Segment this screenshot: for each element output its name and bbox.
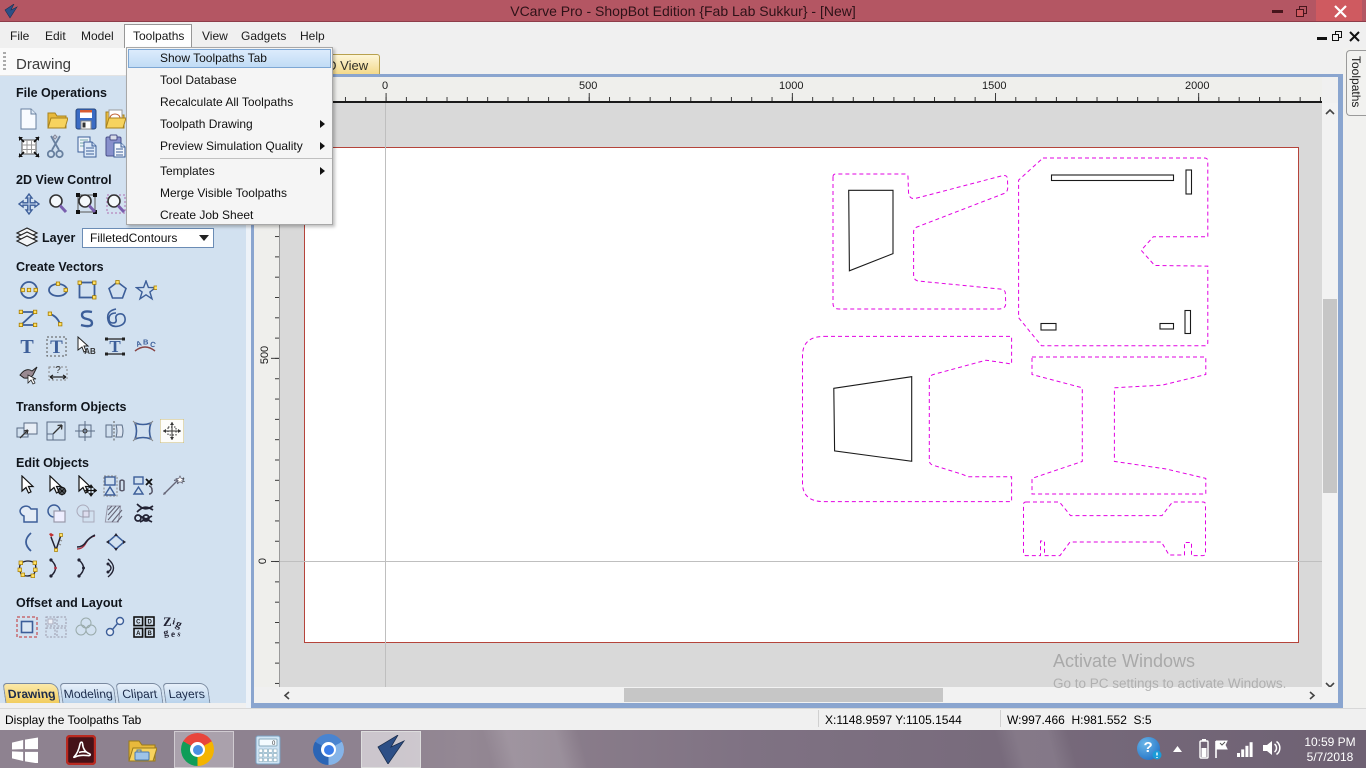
svg-text:T: T xyxy=(20,336,34,357)
svg-text:D: D xyxy=(148,620,153,626)
svg-text:B: B xyxy=(148,631,153,637)
svg-text:C: C xyxy=(136,620,141,626)
svg-text:C: C xyxy=(149,339,157,349)
svg-text:T: T xyxy=(50,337,63,357)
svg-text:AB: AB xyxy=(84,347,96,356)
svg-text:e: e xyxy=(171,629,175,639)
svg-text:g: g xyxy=(163,627,170,639)
svg-text:T: T xyxy=(109,337,121,356)
svg-text:A: A xyxy=(136,631,141,637)
svg-text:Z: Z xyxy=(163,614,172,629)
svg-text:B: B xyxy=(143,338,149,347)
svg-text:?: ? xyxy=(55,365,61,376)
svg-text:A: A xyxy=(135,338,144,349)
svg-text:s: s xyxy=(177,629,182,638)
svg-text:13: 13 xyxy=(182,478,185,484)
